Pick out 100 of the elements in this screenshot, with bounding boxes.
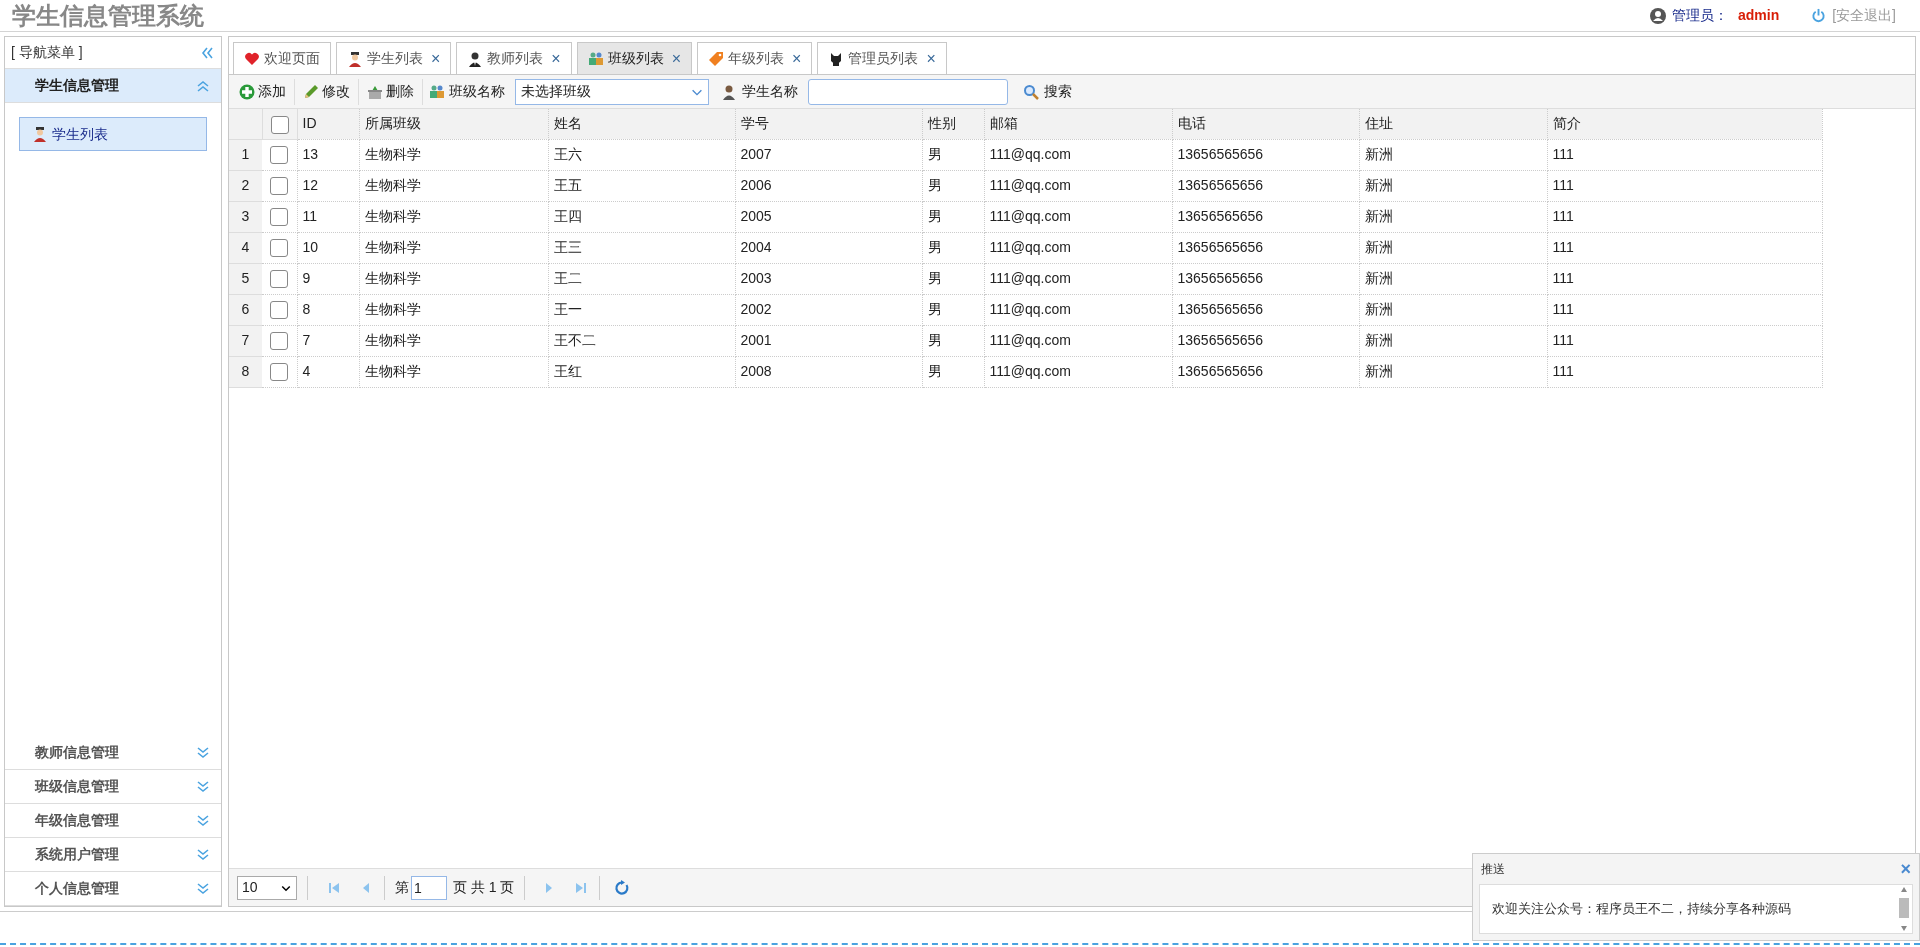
- tab[interactable]: 年级列表 ×: [697, 42, 813, 74]
- page-total-label: 页 共 1 页: [453, 878, 515, 897]
- table-cell: 111@qq.com: [984, 170, 1172, 201]
- table-cell: 111: [1547, 356, 1822, 387]
- toolbar-button[interactable]: 修改: [299, 78, 359, 105]
- table-cell: 生物科学: [359, 201, 548, 232]
- page-size-select[interactable]: 10: [237, 875, 297, 900]
- row-checkbox[interactable]: [270, 363, 289, 382]
- table-cell: 111: [1547, 201, 1822, 232]
- column-header: 所属班级: [359, 109, 548, 139]
- popup-title: 推送: [1481, 861, 1505, 878]
- table-cell: 男: [922, 201, 984, 232]
- refresh-icon: [614, 879, 631, 896]
- column-header: 学号: [735, 109, 922, 139]
- table-cell: 新洲: [1359, 294, 1547, 325]
- table-cell: 王不二: [548, 325, 735, 356]
- row-checkbox[interactable]: [270, 208, 289, 227]
- power-icon: [1811, 8, 1827, 23]
- table-cell: 111: [1547, 232, 1822, 263]
- close-tab-icon[interactable]: ×: [671, 50, 682, 67]
- table-cell: 新洲: [1359, 201, 1547, 232]
- row-number: 5: [229, 263, 262, 294]
- table-cell: 生物科学: [359, 325, 548, 356]
- table-cell: 111@qq.com: [984, 325, 1172, 356]
- nav-item[interactable]: 学生列表: [19, 117, 207, 151]
- close-tab-icon[interactable]: ×: [792, 50, 802, 67]
- accordion-header[interactable]: 学生信息管理: [5, 69, 221, 103]
- column-header: 电话: [1172, 109, 1359, 139]
- field-label: 班级名称: [449, 82, 505, 101]
- close-tab-icon[interactable]: ×: [551, 50, 561, 67]
- table-cell: 111: [1547, 263, 1822, 294]
- person-icon: [467, 50, 484, 67]
- user-name: admin: [1738, 6, 1780, 25]
- table-cell: 111@qq.com: [984, 232, 1172, 263]
- popup-message: 欢迎关注公众号：程序员王不二，持续分享各种源码: [1492, 900, 1791, 919]
- row-checkbox[interactable]: [270, 332, 289, 351]
- table-cell: 男: [922, 263, 984, 294]
- table-cell: 新洲: [1359, 232, 1547, 263]
- search-icon: [1023, 83, 1039, 100]
- column-header: 住址: [1359, 109, 1547, 139]
- select-all-checkbox[interactable]: [270, 115, 289, 134]
- table-cell: 生物科学: [359, 232, 548, 263]
- toolbar-button[interactable]: 删除: [363, 78, 423, 105]
- close-tab-icon[interactable]: ×: [431, 50, 441, 67]
- table-cell: 111: [1547, 170, 1822, 201]
- tab[interactable]: 管理员列表 ×: [817, 42, 947, 74]
- person-icon: [721, 83, 737, 100]
- table-cell: 4: [297, 356, 359, 387]
- table-cell: 生物科学: [359, 294, 548, 325]
- table-cell: 男: [922, 232, 984, 263]
- row-checkbox[interactable]: [270, 270, 289, 289]
- row-number: 6: [229, 294, 262, 325]
- table-cell: 111: [1547, 139, 1822, 170]
- row-checkbox[interactable]: [270, 239, 289, 258]
- table-cell: 12: [297, 170, 359, 201]
- table-cell: 2003: [735, 263, 922, 294]
- page-number-field[interactable]: 1: [411, 875, 447, 900]
- tab[interactable]: 班级列表 ×: [576, 42, 693, 74]
- table-cell: 111@qq.com: [984, 201, 1172, 232]
- table-cell: 新洲: [1359, 325, 1547, 356]
- app-title: 学生信息管理系统: [11, 0, 204, 31]
- table-cell: 111@qq.com: [984, 294, 1172, 325]
- table-cell: 王五: [548, 170, 735, 201]
- student-name-field[interactable]: [808, 78, 1008, 105]
- table-cell: 13656565656: [1172, 356, 1359, 387]
- table-cell: 男: [922, 294, 984, 325]
- table-cell: 11: [297, 201, 359, 232]
- close-tab-icon[interactable]: ×: [926, 50, 936, 67]
- table-cell: 2005: [735, 201, 922, 232]
- table-cell: 王二: [548, 263, 735, 294]
- table-cell: 13656565656: [1172, 170, 1359, 201]
- column-header: 性别: [922, 109, 984, 139]
- tab[interactable]: 欢迎页面: [233, 42, 331, 74]
- tab[interactable]: 学生列表 ×: [336, 42, 452, 74]
- row-checkbox[interactable]: [270, 177, 289, 196]
- row-number: 2: [229, 170, 262, 201]
- class-select[interactable]: 未选择班级: [515, 78, 709, 105]
- people-icon: [429, 83, 445, 100]
- table-cell: 2001: [735, 325, 922, 356]
- column-header: ID: [297, 109, 359, 139]
- column-header: 姓名: [548, 109, 735, 139]
- search-button[interactable]: 搜索: [1020, 81, 1075, 102]
- tab[interactable]: 教师列表 ×: [456, 42, 572, 74]
- chevron-down-icon: [195, 744, 211, 761]
- table-cell: 生物科学: [359, 263, 548, 294]
- row-checkbox[interactable]: [270, 146, 289, 165]
- chevron-down-icon: [195, 846, 211, 863]
- field-label: 学生名称: [742, 82, 798, 101]
- row-number: 3: [229, 201, 262, 232]
- table-cell: 王一: [548, 294, 735, 325]
- toolbar-button[interactable]: 添加: [235, 78, 295, 105]
- chevron-down-icon: [195, 880, 211, 897]
- table-cell: 王红: [548, 356, 735, 387]
- table-cell: 生物科学: [359, 356, 548, 387]
- tag-icon: [708, 50, 725, 67]
- table-cell: 王六: [548, 139, 735, 170]
- sidebar-title: [ 导航菜单 ]: [11, 43, 83, 62]
- table-cell: 8: [297, 294, 359, 325]
- column-header: 简介: [1547, 109, 1822, 139]
- row-checkbox[interactable]: [270, 301, 289, 320]
